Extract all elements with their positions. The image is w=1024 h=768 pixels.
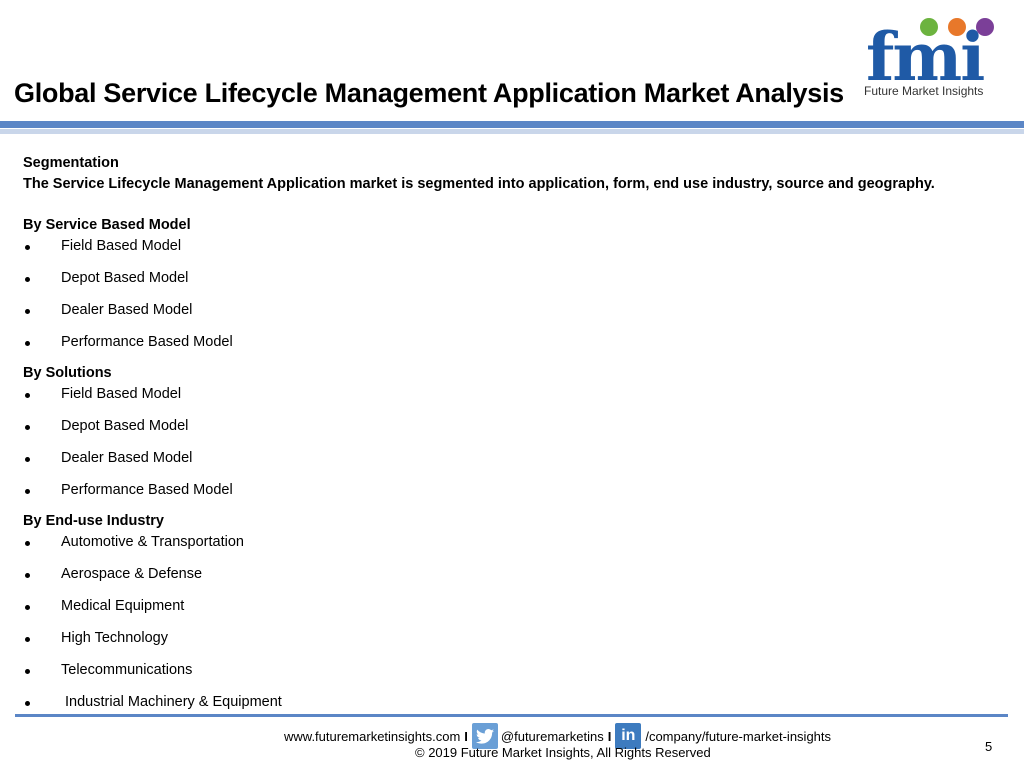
bullet-icon (25, 457, 30, 462)
footer-divider (15, 714, 1008, 717)
bullet-icon (25, 541, 30, 546)
twitter-handle[interactable]: @futuremarketins (501, 729, 604, 744)
bullet-icon (25, 393, 30, 398)
intro-text: The Service Lifecycle Management Applica… (23, 176, 935, 192)
bullet-icon (25, 669, 30, 674)
group-heading-service-model: By Service Based Model (23, 217, 191, 233)
copyright: © 2019 Future Market Insights, All Right… (415, 745, 711, 760)
linkedin-link[interactable]: /company/future-market-insights (645, 729, 831, 744)
bullet-icon (25, 425, 30, 430)
title-divider (0, 121, 1024, 128)
separator: I (464, 728, 468, 744)
bullet-icon (25, 309, 30, 314)
bullet-icon (25, 489, 30, 494)
group-heading-solutions: By Solutions (23, 365, 112, 381)
logo-letters: fmi (866, 18, 985, 96)
bullet-icon (25, 277, 30, 282)
section-heading: Segmentation (23, 155, 119, 171)
separator: I (607, 728, 612, 744)
website-link[interactable]: www.futuremarketinsights.com (284, 729, 460, 744)
bullet-icon (25, 605, 30, 610)
logo-subtitle: Future Market Insights (864, 84, 984, 98)
bullet-icon (25, 341, 30, 346)
group-heading-end-use: By End-use Industry (23, 513, 164, 529)
bullet-icon (25, 637, 30, 642)
bullet-icon (25, 245, 30, 250)
page-number: 5 (985, 739, 993, 754)
bullet-icon (25, 701, 30, 706)
bullet-icon (25, 573, 30, 578)
title-divider-light (0, 129, 1024, 134)
page-title: Global Service Lifecycle Management Appl… (14, 78, 844, 108)
fmi-logo: fmi Future Market Insights (864, 14, 1014, 98)
